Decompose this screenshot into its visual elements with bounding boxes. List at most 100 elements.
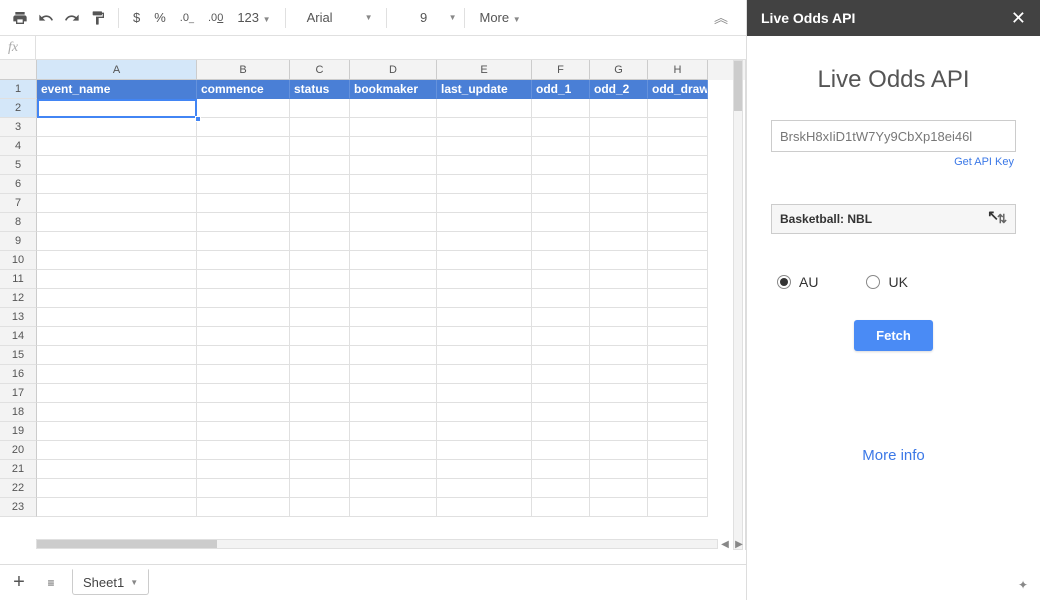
cell[interactable] [532, 441, 590, 460]
cell[interactable] [290, 498, 350, 517]
cell[interactable] [590, 156, 648, 175]
cell[interactable] [590, 194, 648, 213]
cell[interactable] [437, 422, 532, 441]
font-family-select[interactable]: Arial▼ [302, 7, 378, 29]
cell[interactable] [648, 213, 708, 232]
cell[interactable] [290, 156, 350, 175]
cell[interactable] [532, 479, 590, 498]
cell[interactable] [197, 175, 290, 194]
cell[interactable] [532, 213, 590, 232]
col-header-D[interactable]: D [350, 60, 437, 80]
cell[interactable] [197, 156, 290, 175]
more-menu[interactable]: More ▼ [473, 10, 526, 25]
cell[interactable] [648, 251, 708, 270]
cell[interactable] [350, 422, 437, 441]
cell[interactable] [648, 441, 708, 460]
col-header-H[interactable]: H [648, 60, 708, 80]
cell[interactable] [437, 441, 532, 460]
cell[interactable] [437, 194, 532, 213]
cell[interactable] [37, 365, 197, 384]
cell[interactable] [290, 175, 350, 194]
cell[interactable] [37, 194, 197, 213]
cell[interactable] [590, 289, 648, 308]
cell[interactable] [350, 232, 437, 251]
cell[interactable] [37, 213, 197, 232]
cell[interactable] [437, 118, 532, 137]
cell[interactable] [37, 99, 197, 118]
cell[interactable] [37, 479, 197, 498]
cell[interactable] [532, 460, 590, 479]
add-sheet-button[interactable]: + [8, 572, 30, 594]
cell[interactable] [532, 365, 590, 384]
cell[interactable] [437, 99, 532, 118]
cell[interactable] [437, 213, 532, 232]
cell[interactable] [437, 175, 532, 194]
sport-select[interactable]: Basketball: NBL ⇅ ↖ [771, 204, 1016, 234]
cell[interactable] [590, 441, 648, 460]
api-key-input[interactable] [771, 120, 1016, 152]
font-size-input[interactable]: 9 [407, 10, 441, 25]
cell[interactable] [197, 99, 290, 118]
cell[interactable] [648, 422, 708, 441]
cell[interactable] [437, 232, 532, 251]
cell[interactable] [648, 479, 708, 498]
row-header[interactable]: 13 [0, 308, 37, 327]
cell[interactable] [350, 308, 437, 327]
cell[interactable] [532, 403, 590, 422]
row-header[interactable]: 16 [0, 365, 37, 384]
col-header-A[interactable]: A [37, 60, 197, 80]
row-header[interactable]: 18 [0, 403, 37, 422]
cell[interactable] [350, 194, 437, 213]
cell[interactable] [350, 365, 437, 384]
cell[interactable] [37, 289, 197, 308]
col-header-F[interactable]: F [532, 60, 590, 80]
cell[interactable] [590, 118, 648, 137]
cell[interactable] [648, 289, 708, 308]
row-header[interactable]: 20 [0, 441, 37, 460]
cell[interactable] [437, 365, 532, 384]
cell[interactable] [648, 118, 708, 137]
col-header-C[interactable]: C [290, 60, 350, 80]
row-header[interactable]: 17 [0, 384, 37, 403]
cell[interactable] [350, 403, 437, 422]
cell[interactable] [648, 175, 708, 194]
cell[interactable] [532, 270, 590, 289]
cell[interactable] [437, 270, 532, 289]
redo-icon[interactable] [60, 6, 84, 30]
cell[interactable] [590, 498, 648, 517]
cell[interactable] [197, 498, 290, 517]
undo-icon[interactable] [34, 6, 58, 30]
cell[interactable] [37, 422, 197, 441]
cell[interactable] [197, 441, 290, 460]
cell[interactable] [437, 460, 532, 479]
cell[interactable] [590, 270, 648, 289]
row-header[interactable]: 4 [0, 137, 37, 156]
cell[interactable] [197, 403, 290, 422]
row-header[interactable]: 6 [0, 175, 37, 194]
cell[interactable]: odd_2 [590, 80, 648, 99]
cell[interactable] [590, 251, 648, 270]
cell[interactable] [590, 232, 648, 251]
cell[interactable] [532, 137, 590, 156]
row-header[interactable]: 10 [0, 251, 37, 270]
row-header[interactable]: 21 [0, 460, 37, 479]
cell[interactable] [648, 327, 708, 346]
cell[interactable] [197, 137, 290, 156]
cell[interactable] [197, 232, 290, 251]
row-header[interactable]: 5 [0, 156, 37, 175]
increase-decimal[interactable]: .00 [202, 12, 229, 24]
cell[interactable] [37, 175, 197, 194]
cell[interactable] [437, 403, 532, 422]
cell[interactable] [350, 156, 437, 175]
cell[interactable] [290, 308, 350, 327]
cell[interactable] [37, 308, 197, 327]
cell[interactable] [532, 308, 590, 327]
cell[interactable] [290, 99, 350, 118]
cell[interactable] [532, 384, 590, 403]
cell[interactable] [350, 289, 437, 308]
cell[interactable] [37, 137, 197, 156]
sheet-tab-1[interactable]: Sheet1▼ [72, 569, 149, 595]
cell[interactable] [532, 118, 590, 137]
all-sheets-button[interactable]: ≡ [40, 572, 62, 594]
cell[interactable] [350, 479, 437, 498]
